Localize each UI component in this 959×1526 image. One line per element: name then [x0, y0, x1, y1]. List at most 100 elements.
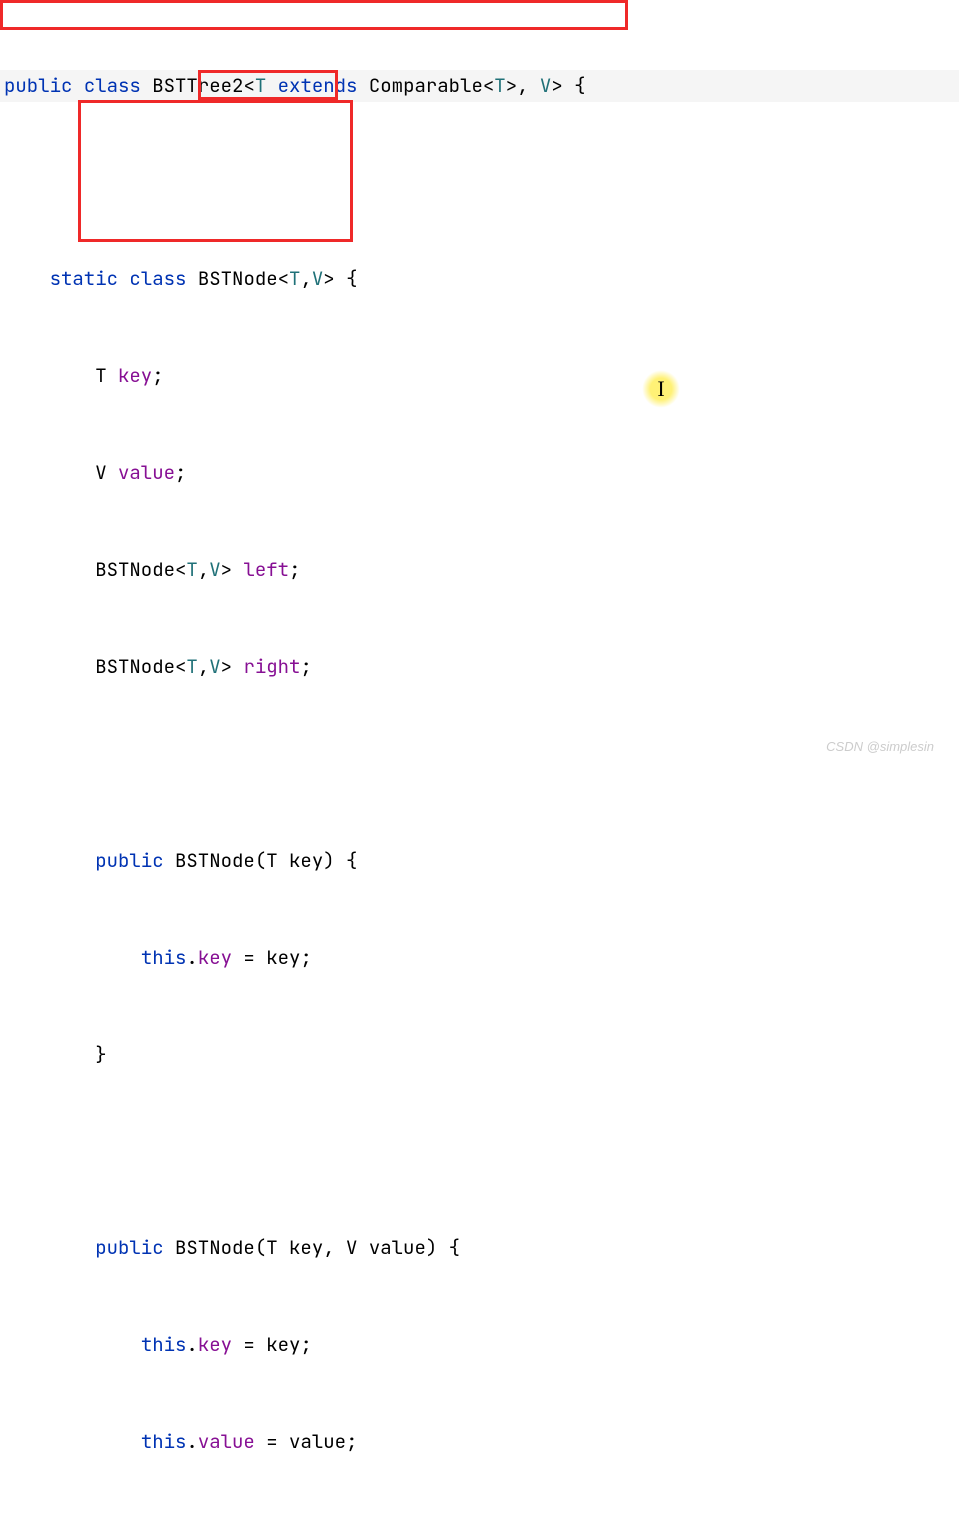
param-type: V [346, 1235, 357, 1260]
param-name: key [278, 1235, 324, 1260]
keyword-this: this [141, 945, 187, 970]
code-line[interactable]: static class BSTNode<T,V> { [0, 263, 959, 295]
field-ref: value [198, 1429, 255, 1454]
keyword-this: this [141, 1429, 187, 1454]
field-right: right [232, 654, 300, 679]
code-line[interactable]: public class BSTTree2<T extends Comparab… [0, 70, 959, 102]
field-key: key [107, 363, 153, 388]
field-left: left [232, 557, 289, 582]
semi: ; [300, 1332, 311, 1357]
code-line[interactable]: this.key = key; [0, 1329, 959, 1361]
brace: { [563, 73, 586, 98]
type-param: V [209, 557, 220, 582]
code-line[interactable]: BSTNode<T,V> right; [0, 651, 959, 683]
punct: , [300, 266, 311, 291]
type-param: T [255, 73, 266, 98]
code-line[interactable]: V value; [0, 457, 959, 489]
semi: ; [289, 557, 300, 582]
type-param: V [312, 266, 323, 291]
param-name: key [278, 848, 324, 873]
comma: , [323, 1235, 346, 1260]
punct: < [175, 654, 186, 679]
dot: . [186, 1332, 197, 1357]
watermark-text: CSDN @simplesin [826, 736, 934, 758]
semi: ; [300, 654, 311, 679]
code-line[interactable]: T key; [0, 360, 959, 392]
field-type: T [95, 363, 106, 388]
ident: key [266, 945, 300, 970]
type-param: V [209, 654, 220, 679]
cursor-glyph: I [657, 370, 664, 407]
code-line[interactable]: public BSTNode(T key) { [0, 845, 959, 877]
code-line[interactable]: this.value = value; [0, 1426, 959, 1458]
text-cursor-icon: I [642, 370, 680, 408]
punct: > [323, 266, 334, 291]
code-line[interactable]: } [0, 1523, 959, 1526]
dot: . [186, 1429, 197, 1454]
lparen: ( [255, 848, 266, 873]
assign: = [232, 945, 266, 970]
punct: > [551, 73, 562, 98]
punct: < [175, 557, 186, 582]
semi: ; [175, 460, 186, 485]
keyword-this: this [141, 1332, 187, 1357]
lparen: ( [255, 1235, 266, 1260]
assign: = [232, 1332, 266, 1357]
assign: = [255, 1429, 289, 1454]
code-line-empty[interactable] [0, 748, 959, 780]
field-type: BSTNode [95, 654, 175, 679]
keyword-static: static [50, 266, 118, 291]
field-value: value [107, 460, 175, 485]
punct: > [221, 557, 232, 582]
rparen: ) [426, 1235, 437, 1260]
brace: } [95, 1042, 106, 1067]
param-name: value [357, 1235, 425, 1260]
keyword-public: public [95, 1235, 163, 1260]
code-editor[interactable]: public class BSTTree2<T extends Comparab… [0, 0, 959, 1526]
punct: < [483, 73, 494, 98]
field-type: V [95, 460, 106, 485]
semi: ; [152, 363, 163, 388]
punct: > [221, 654, 232, 679]
class-name: BSTNode [186, 266, 277, 291]
type-param: T [289, 266, 300, 291]
semi: ; [300, 945, 311, 970]
punct: , [517, 73, 540, 98]
punct: , [198, 557, 209, 582]
code-line[interactable]: public BSTNode(T key, V value) { [0, 1232, 959, 1264]
param-type: T [266, 1235, 277, 1260]
keyword-public: public [95, 848, 163, 873]
code-line-empty[interactable] [0, 166, 959, 198]
code-line-empty[interactable] [0, 1135, 959, 1167]
class-name: BSTTree2 [152, 73, 243, 98]
rparen: ) [323, 848, 334, 873]
constructor-name: BSTNode [164, 1235, 255, 1260]
code-line[interactable]: } [0, 1039, 959, 1071]
type-param: T [186, 654, 197, 679]
semi: ; [346, 1429, 357, 1454]
type-param: T [186, 557, 197, 582]
field-type: BSTNode [95, 557, 175, 582]
code-line[interactable]: BSTNode<T,V> left; [0, 554, 959, 586]
brace: { [335, 266, 358, 291]
brace: { [437, 1235, 460, 1260]
punct: < [278, 266, 289, 291]
code-line[interactable]: this.key = key; [0, 942, 959, 974]
brace: { [335, 848, 358, 873]
punct: < [243, 73, 254, 98]
keyword-extends: extends [278, 73, 358, 98]
ident: value [289, 1429, 346, 1454]
keyword-class: class [129, 266, 186, 291]
keyword-class: class [84, 73, 141, 98]
ident: key [266, 1332, 300, 1357]
param-type: T [266, 848, 277, 873]
dot: . [186, 945, 197, 970]
type-param: V [540, 73, 551, 98]
type-comparable: Comparable [369, 73, 483, 98]
punct: , [198, 654, 209, 679]
field-ref: key [198, 1332, 232, 1357]
keyword-public: public [4, 73, 72, 98]
punct: > [506, 73, 517, 98]
constructor-name: BSTNode [164, 848, 255, 873]
type-param: T [494, 73, 505, 98]
